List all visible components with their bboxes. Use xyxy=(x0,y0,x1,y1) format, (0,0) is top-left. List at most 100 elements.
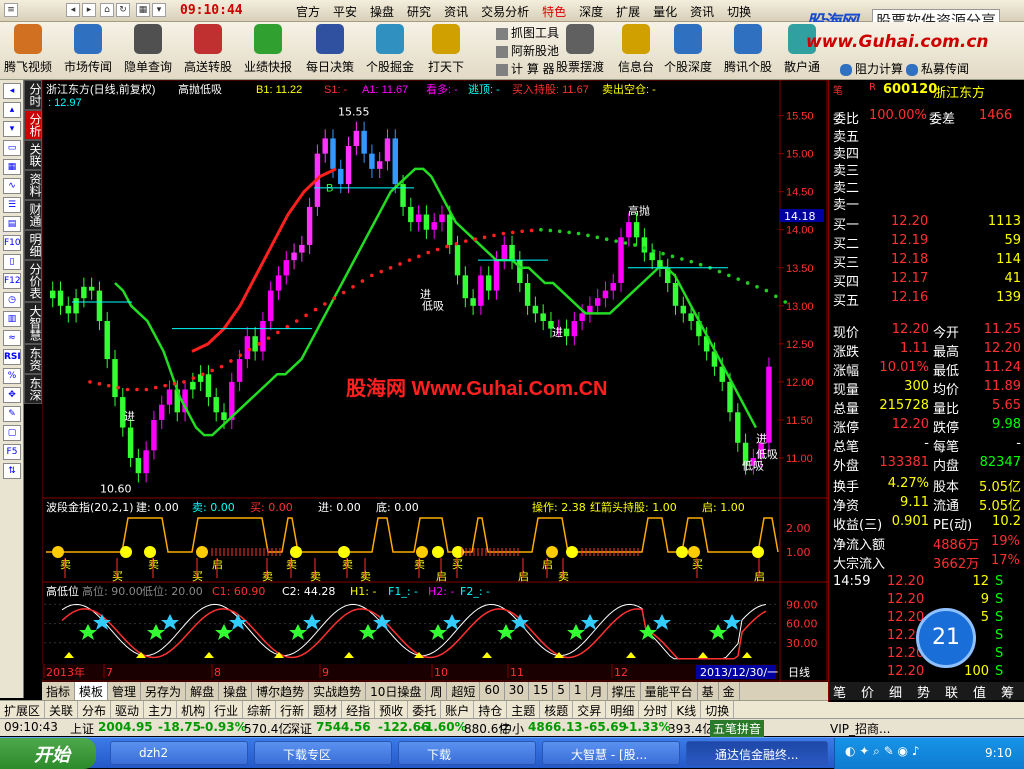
vtab-0[interactable]: 分时 xyxy=(24,80,42,110)
toolbar-item-5[interactable]: 每日决策 xyxy=(306,24,354,78)
vtab-5[interactable]: 明细 xyxy=(24,230,42,260)
menu-item-8[interactable]: 扩展 xyxy=(616,3,640,20)
quote-tab-6[interactable]: 筹 xyxy=(1001,682,1014,701)
vip-link[interactable]: VIP_招商... xyxy=(830,720,890,737)
chart-tab-19[interactable]: 基 xyxy=(698,682,719,700)
sz-value[interactable]: 7544.56 xyxy=(316,720,371,734)
vtab-9[interactable]: 东深 xyxy=(24,374,42,404)
box-icon[interactable]: ▢ xyxy=(3,425,21,441)
chart-tab-16[interactable]: 月 xyxy=(587,682,608,700)
ext-tab-21[interactable]: 切换 xyxy=(701,701,735,718)
ext-tab-14[interactable]: 持仓 xyxy=(474,701,508,718)
vtab-2[interactable]: 关联 xyxy=(24,140,42,170)
toolbar-item-6[interactable]: 个股掘金 xyxy=(366,24,414,78)
ime-indicator[interactable]: 五笔拼音 xyxy=(710,720,765,737)
chart-tab-11[interactable]: 60 xyxy=(480,682,505,700)
vtab-1[interactable]: 分析 xyxy=(24,110,42,140)
vtab-3[interactable]: 资料 xyxy=(24,170,42,200)
zx-value[interactable]: 4866.13 xyxy=(528,720,583,734)
toolbar-item-14[interactable]: 腾讯个股 xyxy=(724,24,772,78)
f10-icon[interactable]: F10 xyxy=(3,235,21,251)
sort-icon[interactable]: ⇅ xyxy=(3,463,21,479)
back-icon[interactable]: ◂ xyxy=(66,3,80,17)
chart-tab-3[interactable]: 另存为 xyxy=(141,682,187,700)
arrow-down-icon[interactable]: ▾ xyxy=(3,121,21,137)
ext-tab-8[interactable]: 行新 xyxy=(276,701,310,718)
menu-item-2[interactable]: 操盘 xyxy=(370,3,394,20)
ext-tab-19[interactable]: 分时 xyxy=(639,701,673,718)
ext-tab-20[interactable]: K线 xyxy=(672,701,702,718)
quote-tab-4[interactable]: 联 xyxy=(945,682,958,701)
chart-area[interactable]: 浙江东方(日线,前复权) 高抛低吸 B1: 11.22 S1: - A1: 11.67 看… xyxy=(42,80,828,682)
arrow-up-icon[interactable]: ▴ xyxy=(3,102,21,118)
chart-line-icon[interactable]: ∿ xyxy=(3,178,21,194)
tray-icons[interactable]: ◐ ✦ ⌕ ✎ ◉ ♪ xyxy=(845,744,920,759)
ext-tab-11[interactable]: 预收 xyxy=(375,701,409,718)
task-download[interactable]: 下载 xyxy=(398,741,536,765)
toolbar-item-9[interactable]: 阿新股池 xyxy=(496,42,559,60)
rsi-icon[interactable]: RSI xyxy=(3,349,21,365)
ext-tab-1[interactable]: 关联 xyxy=(45,701,79,718)
ext-tab-6[interactable]: 行业 xyxy=(210,701,244,718)
ext-tab-0[interactable]: 扩展区 xyxy=(0,701,46,718)
move-icon[interactable]: ✥ xyxy=(3,387,21,403)
chart-tab-14[interactable]: 5 xyxy=(553,682,570,700)
toolbar-item-0[interactable]: 腾飞视频 xyxy=(4,24,52,78)
chart-tab-5[interactable]: 操盘 xyxy=(219,682,253,700)
start-button[interactable]: 开始 xyxy=(0,738,96,769)
refresh-icon[interactable]: ↻ xyxy=(116,3,130,17)
chart-tab-17[interactable]: 撑压 xyxy=(608,682,641,700)
menu-item-6[interactable]: 特色 xyxy=(542,3,566,20)
toolbar-item-12[interactable]: 信息台 xyxy=(618,24,654,78)
toolbar-item-7[interactable]: 打天下 xyxy=(428,24,464,78)
percent-icon[interactable]: % xyxy=(3,368,21,384)
vtab-7[interactable]: 大智慧 xyxy=(24,302,42,344)
task-download-zone[interactable]: 下载专区 xyxy=(254,741,392,765)
chart-tab-12[interactable]: 30 xyxy=(505,682,529,700)
chart-tab-7[interactable]: 实战趋势 xyxy=(309,682,367,700)
toolbar-item-1[interactable]: 市场传闻 xyxy=(64,24,112,78)
menu-icon[interactable]: ≡ xyxy=(4,3,18,17)
window-icon[interactable]: ▭ xyxy=(3,140,21,156)
vtab-8[interactable]: 东资 xyxy=(24,344,42,374)
chart-tab-1[interactable]: 模板 xyxy=(75,682,109,700)
ext-tab-12[interactable]: 委托 xyxy=(408,701,442,718)
ext-tab-13[interactable]: 账户 xyxy=(441,701,475,718)
ext-tab-16[interactable]: 核题 xyxy=(540,701,574,718)
grid-icon[interactable]: ▦ xyxy=(136,3,150,17)
task-dzh2[interactable]: dzh2 xyxy=(110,741,248,765)
grid-icon[interactable]: ▤ xyxy=(3,216,21,232)
ext-tab-4[interactable]: 主力 xyxy=(144,701,178,718)
toolbar-item-11[interactable]: 股票摆渡 xyxy=(556,24,604,78)
chart-tab-20[interactable]: 金 xyxy=(719,682,740,700)
sh-value[interactable]: 2004.95 xyxy=(98,720,153,734)
task-dzh[interactable]: 大智慧 - [股... xyxy=(542,741,680,765)
menu-item-10[interactable]: 资讯 xyxy=(690,3,714,20)
ext-tab-2[interactable]: 分布 xyxy=(78,701,112,718)
chart-tab-0[interactable]: 指标 xyxy=(42,682,76,700)
ext-tab-7[interactable]: 综新 xyxy=(243,701,277,718)
ext-tab-17[interactable]: 交昇 xyxy=(573,701,607,718)
table-icon[interactable]: ▦ xyxy=(3,159,21,175)
ext-tab-5[interactable]: 机构 xyxy=(177,701,211,718)
chart-tab-15[interactable]: 1 xyxy=(570,682,587,700)
toolbar-item-3[interactable]: 高送转股 xyxy=(184,24,232,78)
toolbar-item-13[interactable]: 个股深度 xyxy=(664,24,712,78)
menu-item-7[interactable]: 深度 xyxy=(579,3,603,20)
ext-tab-3[interactable]: 驱动 xyxy=(111,701,145,718)
list-icon[interactable]: ☰ xyxy=(3,197,21,213)
toolbar-item-16[interactable]: 阻力计算 xyxy=(840,60,903,78)
toolbar-item-4[interactable]: 业绩快报 xyxy=(244,24,292,78)
toolbar-item-2[interactable]: 隐单查询 xyxy=(124,24,172,78)
stock-code[interactable]: 600120 xyxy=(883,82,937,97)
chart-tab-13[interactable]: 15 xyxy=(529,682,554,700)
chart-tab-8[interactable]: 10日操盘 xyxy=(366,682,427,700)
ext-tab-9[interactable]: 题材 xyxy=(309,701,343,718)
stock-name[interactable]: 浙江东方 xyxy=(933,82,985,101)
dropdown-icon[interactable]: ▾ xyxy=(152,3,166,17)
menu-item-0[interactable]: 官方 xyxy=(296,3,320,20)
speed-gauge[interactable]: 21 xyxy=(916,608,976,668)
vtab-4[interactable]: 财通 xyxy=(24,200,42,230)
chart-tab-4[interactable]: 解盘 xyxy=(186,682,220,700)
f5-icon[interactable]: F5 xyxy=(3,444,21,460)
